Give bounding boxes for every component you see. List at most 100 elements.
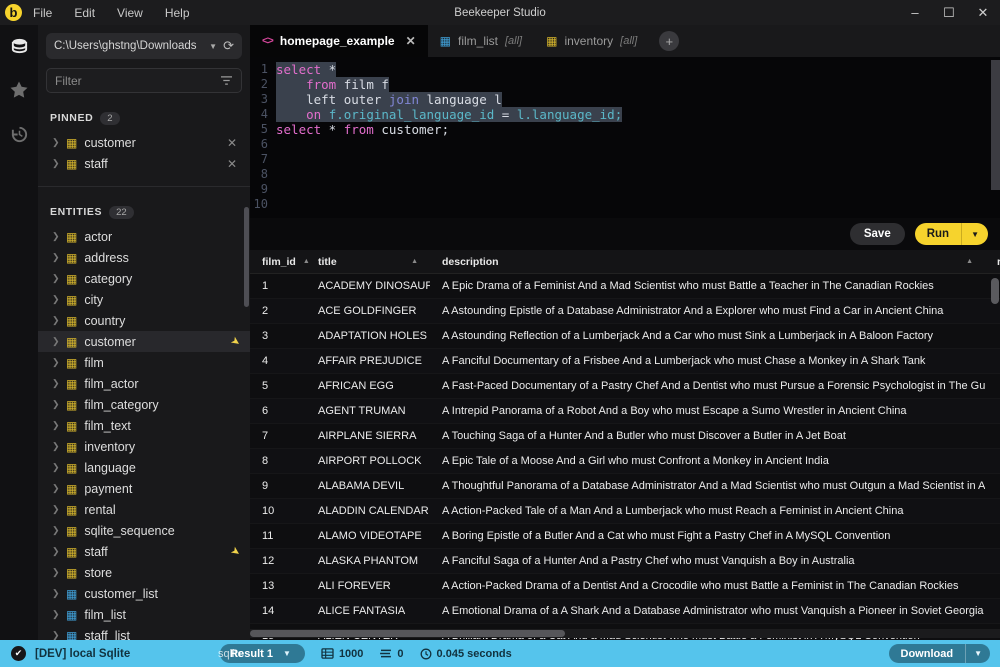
pinned-item-staff[interactable]: ❯▦staff✕ (38, 153, 250, 174)
cell-film-id[interactable]: 11 (250, 530, 306, 542)
maximize-button[interactable]: ☐ (932, 0, 966, 25)
chevron-right-icon[interactable]: ❯ (52, 525, 59, 536)
chevron-right-icon[interactable]: ❯ (52, 588, 59, 599)
entity-item-staff_list[interactable]: ❯▦staff_list (38, 625, 250, 640)
tab-inventory[interactable]: ▦inventory[all] (534, 25, 649, 57)
entity-item-address[interactable]: ❯▦address (38, 247, 250, 268)
chevron-right-icon[interactable]: ❯ (52, 252, 59, 263)
cell-film-id[interactable]: 5 (250, 380, 306, 392)
cell-title[interactable]: ALICE FANTASIA (306, 605, 430, 617)
entity-item-film_actor[interactable]: ❯▦film_actor (38, 373, 250, 394)
grid-vertical-scrollbar[interactable] (991, 278, 999, 304)
grid-horizontal-scrollbar[interactable] (250, 629, 1000, 638)
pinned-section-header[interactable]: PINNED 2 (38, 109, 250, 127)
chevron-right-icon[interactable]: ❯ (52, 609, 59, 620)
download-button[interactable]: Download ▼ (889, 644, 990, 663)
entity-item-sqlite_sequence[interactable]: ❯▦sqlite_sequence (38, 520, 250, 541)
chevron-right-icon[interactable]: ❯ (52, 137, 59, 148)
entity-item-payment[interactable]: ❯▦payment (38, 478, 250, 499)
chevron-right-icon[interactable]: ❯ (52, 546, 59, 557)
entity-item-film[interactable]: ❯▦film (38, 352, 250, 373)
cell-title[interactable]: ALI FOREVER (306, 580, 430, 592)
cell-description[interactable]: A Touching Saga of a Hunter And a Butler… (430, 430, 985, 442)
unpin-icon[interactable]: ✕ (224, 136, 240, 150)
cell-title[interactable]: AIRPLANE SIERRA (306, 430, 430, 442)
entity-item-language[interactable]: ❯▦language (38, 457, 250, 478)
cell-film-id[interactable]: 8 (250, 455, 306, 467)
run-options-caret-icon[interactable]: ▼ (961, 223, 988, 245)
chevron-right-icon[interactable]: ❯ (52, 158, 59, 169)
close-button[interactable]: ✕ (966, 0, 1000, 25)
cell-title[interactable]: AFRICAN EGG (306, 380, 430, 392)
tab-homepage_example[interactable]: <>homepage_example✕ (250, 25, 428, 57)
cell-description[interactable]: A Emotional Drama of a A Shark And a Dat… (430, 605, 985, 617)
column-header-partial[interactable]: r (985, 250, 1000, 273)
editor-scrollbar[interactable] (991, 60, 1000, 190)
table-row[interactable]: 4AFFAIR PREJUDICEA Fanciful Documentary … (250, 349, 1000, 374)
entity-item-city[interactable]: ❯▦city (38, 289, 250, 310)
cell-film-id[interactable]: 4 (250, 355, 306, 367)
cell-film-id[interactable]: 6 (250, 405, 306, 417)
table-row[interactable]: 10ALADDIN CALENDARA Action-Packed Tale o… (250, 499, 1000, 524)
cell-film-id[interactable]: 10 (250, 505, 306, 517)
cell-description[interactable]: A Epic Drama of a Feminist And a Mad Sci… (430, 280, 985, 292)
cell-description[interactable]: A Intrepid Panorama of a Robot And a Boy… (430, 405, 985, 417)
chevron-right-icon[interactable]: ❯ (52, 504, 59, 515)
cell-title[interactable]: AGENT TRUMAN (306, 405, 430, 417)
cell-description[interactable]: A Fanciful Saga of a Hunter And a Pastry… (430, 555, 985, 567)
tab-close-icon[interactable]: ✕ (406, 34, 416, 48)
entity-item-actor[interactable]: ❯▦actor (38, 226, 250, 247)
entity-item-customer_list[interactable]: ❯▦customer_list (38, 583, 250, 604)
cell-film-id[interactable]: 13 (250, 580, 306, 592)
chevron-right-icon[interactable]: ❯ (52, 378, 59, 389)
cell-title[interactable]: ALASKA PHANTOM (306, 555, 430, 567)
cell-title[interactable]: ALAMO VIDEOTAPE (306, 530, 430, 542)
cell-description[interactable]: A Thoughtful Panorama of a Database Admi… (430, 480, 985, 492)
table-row[interactable]: 9ALABAMA DEVILA Thoughtful Panorama of a… (250, 474, 1000, 499)
chevron-right-icon[interactable]: ❯ (52, 567, 59, 578)
cell-title[interactable]: ALADDIN CALENDAR (306, 505, 430, 517)
table-row[interactable]: 8AIRPORT POLLOCKA Epic Tale of a Moose A… (250, 449, 1000, 474)
entity-item-inventory[interactable]: ❯▦inventory (38, 436, 250, 457)
table-row[interactable]: 14ALICE FANTASIAA Emotional Drama of a A… (250, 599, 1000, 624)
table-row[interactable]: 3ADAPTATION HOLESA Astounding Reflection… (250, 324, 1000, 349)
table-row[interactable]: 2ACE GOLDFINGERA Astounding Epistle of a… (250, 299, 1000, 324)
cell-title[interactable]: ACE GOLDFINGER (306, 305, 430, 317)
table-row[interactable]: 13ALI FOREVERA Action-Packed Drama of a … (250, 574, 1000, 599)
cell-film-id[interactable]: 1 (250, 280, 306, 292)
pin-icon[interactable]: ➤ (228, 544, 243, 560)
cell-description[interactable]: A Fast-Paced Documentary of a Pastry Che… (430, 380, 985, 392)
entity-item-category[interactable]: ❯▦category (38, 268, 250, 289)
cell-description[interactable]: A Astounding Epistle of a Database Admin… (430, 305, 985, 317)
chevron-right-icon[interactable]: ❯ (52, 294, 59, 305)
chevron-right-icon[interactable]: ❯ (52, 399, 59, 410)
chevron-right-icon[interactable]: ❯ (52, 315, 59, 326)
cell-description[interactable]: A Astounding Reflection of a Lumberjack … (430, 330, 985, 342)
entity-item-rental[interactable]: ❯▦rental (38, 499, 250, 520)
new-tab-button[interactable]: + (659, 31, 679, 51)
pinned-item-customer[interactable]: ❯▦customer✕ (38, 132, 250, 153)
refresh-icon[interactable]: ⟳ (223, 38, 234, 54)
cell-title[interactable]: ADAPTATION HOLES (306, 330, 430, 342)
table-row[interactable]: 1ACADEMY DINOSAURA Epic Drama of a Femin… (250, 274, 1000, 299)
chevron-right-icon[interactable]: ❯ (52, 357, 59, 368)
star-icon[interactable] (8, 79, 30, 101)
chevron-right-icon[interactable]: ❯ (52, 483, 59, 494)
cell-film-id[interactable]: 2 (250, 305, 306, 317)
cell-description[interactable]: A Fanciful Documentary of a Frisbee And … (430, 355, 985, 367)
cell-title[interactable]: ACADEMY DINOSAUR (306, 280, 430, 292)
run-button[interactable]: Run ▼ (915, 223, 988, 245)
database-icon[interactable] (8, 35, 30, 57)
pin-icon[interactable]: ➤ (228, 334, 243, 350)
cell-description[interactable]: A Action-Packed Drama of a Dentist And a… (430, 580, 985, 592)
unpin-icon[interactable]: ✕ (224, 157, 240, 171)
tab-film_list[interactable]: ▦film_list[all] (428, 25, 534, 57)
entity-item-country[interactable]: ❯▦country (38, 310, 250, 331)
download-options-caret-icon[interactable]: ▼ (965, 644, 990, 663)
entity-item-customer[interactable]: ❯▦customer➤ (38, 331, 250, 352)
column-header-description[interactable]: description ▲ (430, 250, 985, 273)
cell-description[interactable]: A Epic Tale of a Moose And a Girl who mu… (430, 455, 985, 467)
chevron-right-icon[interactable]: ❯ (52, 273, 59, 284)
menu-file[interactable]: File (22, 0, 63, 25)
table-row[interactable]: 6AGENT TRUMANA Intrepid Panorama of a Ro… (250, 399, 1000, 424)
